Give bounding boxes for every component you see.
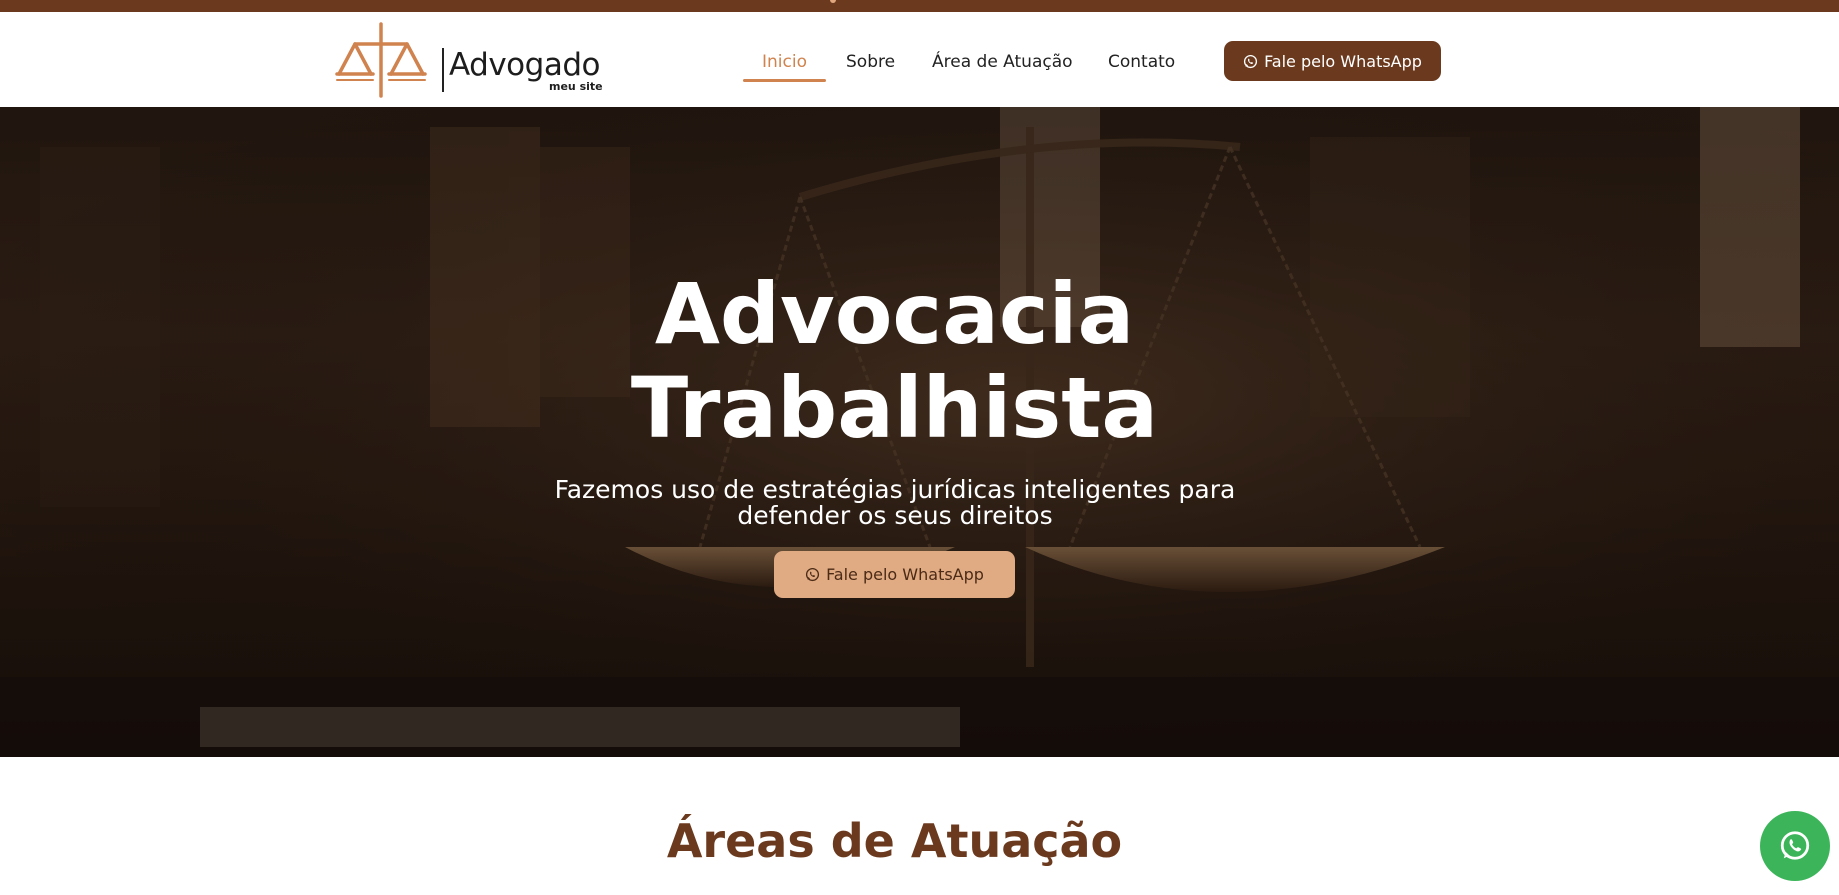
nav-item-inicio[interactable]: Inicio (762, 49, 807, 75)
logo-divider (442, 48, 444, 92)
hero-whatsapp-button[interactable]: Fale pelo WhatsApp (774, 551, 1015, 598)
logo-tagline: meu site (549, 80, 603, 93)
hero-title-line-2: Trabalhista (630, 359, 1159, 457)
hero-subtitle-line-1: Fazemos uso de estratégias jurídicas int… (554, 475, 1236, 504)
whatsapp-icon (1780, 831, 1810, 860)
site-logo[interactable]: Advogado meu site (333, 22, 613, 98)
section-title-areas: Áreas de Atuação (666, 814, 1123, 868)
header-whatsapp-button[interactable]: Fale pelo WhatsApp (1224, 41, 1441, 81)
hero-section: Advocacia Trabalhista Fazemos uso de est… (0, 107, 1839, 757)
nav-item-contato[interactable]: Contato (1108, 49, 1175, 75)
active-nav-indicator (743, 79, 826, 82)
hero-title-line-1: Advocacia (654, 265, 1135, 363)
header-cta-label: Fale pelo WhatsApp (1264, 51, 1422, 71)
hero-subtitle-line-2: defender os seus direitos (737, 501, 1053, 530)
hero-subtitle: Fazemos uso de estratégias jurídicas int… (520, 477, 1270, 529)
nav-item-sobre[interactable]: Sobre (846, 49, 895, 75)
logo-wordmark: Advogado (449, 47, 600, 83)
site-header: Advogado meu site Inicio Sobre Área de A… (0, 12, 1839, 107)
top-accent-bar (0, 0, 1839, 12)
hero-cta-label: Fale pelo WhatsApp (826, 565, 984, 584)
whatsapp-icon (805, 567, 820, 582)
floating-whatsapp-button[interactable] (1760, 811, 1830, 881)
whatsapp-icon (1243, 54, 1258, 69)
top-bar-notch (830, 0, 836, 3)
hero-title: Advocacia Trabalhista (0, 267, 1789, 455)
scales-icon (335, 22, 427, 98)
nav-item-area-de-atuacao[interactable]: Área de Atuação (932, 49, 1073, 75)
